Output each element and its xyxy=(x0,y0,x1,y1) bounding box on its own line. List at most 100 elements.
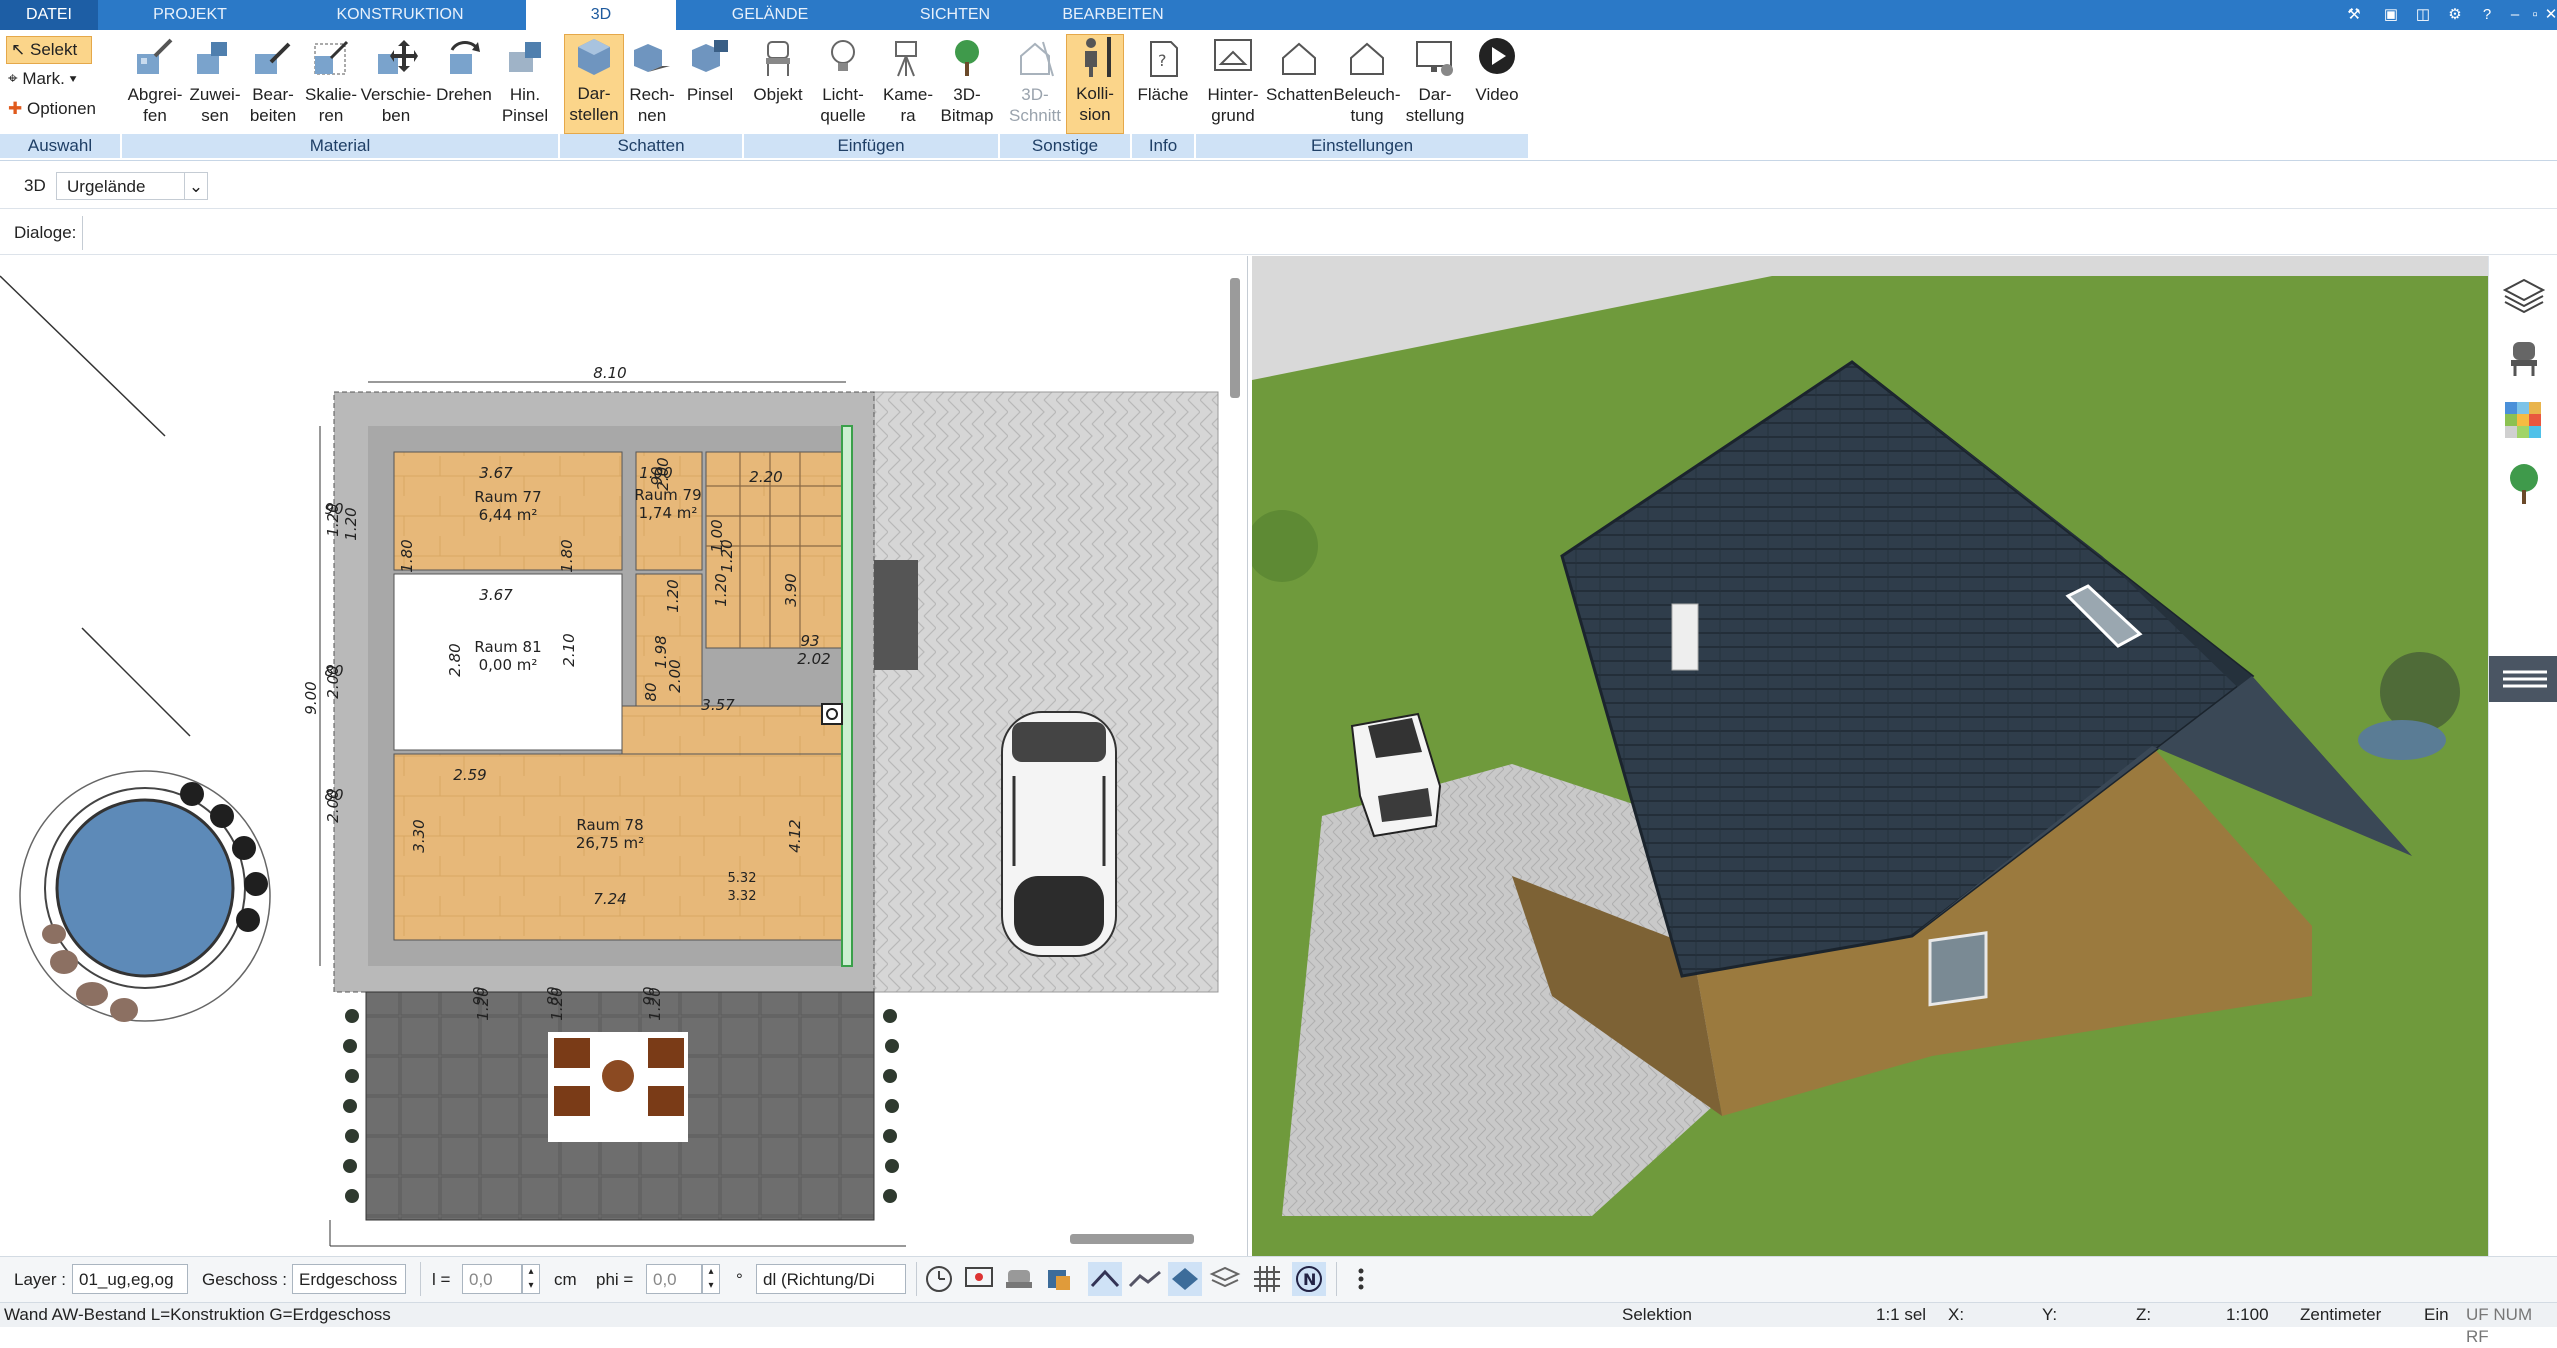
dimension-label: 4.12 xyxy=(786,819,804,852)
layers-stack-icon[interactable] xyxy=(1208,1262,1242,1296)
label-video: Video xyxy=(1475,85,1519,104)
geschoss-select[interactable]: Erdgeschoss xyxy=(292,1264,406,1294)
schatten-pinsel-button[interactable]: Pinsel xyxy=(682,36,738,105)
furniture-3d-icon[interactable] xyxy=(1042,1262,1076,1296)
plane-icon[interactable] xyxy=(1168,1262,1202,1296)
einfuegen-lichtquelle-button[interactable]: Licht- quelle xyxy=(808,36,878,126)
material-bearbeiten-button[interactable]: Bear- beiten xyxy=(244,36,302,126)
select-button[interactable]: ↖ Selekt xyxy=(6,36,92,64)
material-hinpinsel-button[interactable]: Hin. Pinsel xyxy=(496,36,554,126)
clock-icon[interactable] xyxy=(922,1262,956,1296)
sonstige-kollision-button[interactable]: Kolli- sion xyxy=(1066,34,1124,134)
dimension-label: 2.10 xyxy=(560,633,578,666)
einstellungen-hintergrund-button[interactable]: Hinter- grund xyxy=(1200,36,1266,126)
divider xyxy=(916,1262,917,1296)
options-button[interactable]: ✚ Optionen xyxy=(8,96,96,122)
einstellungen-video-button[interactable]: Video xyxy=(1468,36,1526,105)
rotate-icon xyxy=(450,41,480,74)
vertical-scrollbar[interactable] xyxy=(1230,278,1240,398)
tab-projekt[interactable]: PROJEKT xyxy=(130,0,250,30)
material-drehen-button[interactable]: Drehen xyxy=(432,36,496,105)
schatten-darstellen-button[interactable]: Dar- stellen xyxy=(564,34,624,134)
play-icon xyxy=(1479,38,1515,74)
label-kollision: Kolli- sion xyxy=(1076,84,1114,124)
length-input[interactable]: 0,0 xyxy=(462,1264,522,1294)
car-topview xyxy=(1001,711,1117,957)
camera-icon xyxy=(895,41,917,77)
materials-icon[interactable] xyxy=(2503,400,2543,440)
einstellungen-beleuchtung-button[interactable]: Beleuch- tung xyxy=(1332,36,1402,126)
direction-select-value: dl (Richtung/Di xyxy=(763,1270,875,1289)
material-abgreifen-button[interactable]: Abgrei- fen xyxy=(124,36,186,126)
dimension-label: 1.20 xyxy=(718,539,736,572)
chimney-3d xyxy=(1671,603,1699,671)
dimension-label: 1.20 xyxy=(712,573,730,606)
sofa-icon[interactable] xyxy=(1002,1262,1036,1296)
einfuegen-kamera-button[interactable]: Kame- ra xyxy=(878,36,938,126)
einfuegen-3dbitmap-button[interactable]: 3D- Bitmap xyxy=(938,36,996,126)
info-flaeche-button[interactable]: ? Fläche xyxy=(1134,36,1192,105)
length-stepper[interactable]: ▴ ▾ xyxy=(522,1264,540,1294)
house-light-icon xyxy=(1350,42,1384,75)
folder-icon[interactable]: ▣ xyxy=(2380,4,2402,26)
einfuegen-objekt-button[interactable]: Objekt xyxy=(748,36,808,105)
north-icon[interactable]: N xyxy=(1292,1262,1326,1296)
floor-plan-view[interactable]: 8.10 3.67 1.00 2.20 3.67 1.80 1.80 1.20 2.80 2.10… xyxy=(0,256,1248,1256)
pipette-icon xyxy=(137,38,173,74)
material-skalieren-button[interactable]: Skalie- ren xyxy=(302,36,360,126)
phi-unit: ° xyxy=(736,1270,743,1289)
mark-button[interactable]: ⌖ Mark. ▾ xyxy=(8,66,77,92)
material-verschieben-button[interactable]: Verschie- ben xyxy=(360,36,432,126)
einstellungen-schatten-button[interactable]: Schatten xyxy=(1266,36,1334,105)
grid-icon[interactable] xyxy=(1250,1262,1284,1296)
monitor-view-icon[interactable] xyxy=(962,1262,996,1296)
minimize-icon[interactable]: – xyxy=(2504,4,2526,26)
tab-3d[interactable]: 3D xyxy=(526,0,676,30)
pond-3d xyxy=(2358,720,2446,760)
plants-icon[interactable] xyxy=(2505,462,2543,506)
dimension-label: 2.80 xyxy=(446,643,464,676)
help-icon[interactable]: ? xyxy=(2476,4,2498,26)
einstellungen-darstellung-button[interactable]: Dar- stellung xyxy=(1402,36,1468,126)
tab-konstruktion[interactable]: KONSTRUKTION xyxy=(310,0,490,30)
window-3d xyxy=(1928,931,1988,1007)
floor-plan-canvas[interactable]: 8.103.67 1.00 2.203.671.80 1.801.202.80 2.10… xyxy=(0,256,1248,1256)
menu-toggle[interactable] xyxy=(2489,656,2557,702)
layer-select[interactable]: 01_ug,eg,og xyxy=(72,1264,188,1294)
roof-icon[interactable] xyxy=(1088,1262,1122,1296)
layers-icon[interactable] xyxy=(2503,276,2545,316)
label-lichtquelle: Licht- quelle xyxy=(820,85,866,125)
schatten-rechnen-button[interactable]: Rech- nen xyxy=(624,36,680,126)
dimension-label: 1.20 xyxy=(664,579,682,612)
sonstige-3dschnitt-button[interactable]: 3D- Schnitt xyxy=(1004,36,1066,126)
horizontal-scrollbar[interactable] xyxy=(1070,1234,1194,1244)
tab-gelaende[interactable]: GELÄNDE xyxy=(700,0,840,30)
3d-view[interactable] xyxy=(1252,256,2488,1256)
room-area-label: 0,00 m² xyxy=(479,656,538,674)
label-schatten: Schatten xyxy=(1266,85,1334,104)
settings-icon[interactable]: ⚙ xyxy=(2444,4,2466,26)
tab-sichten[interactable]: SICHTEN xyxy=(880,0,1030,30)
label-rechnen: Rech- nen xyxy=(629,85,675,125)
more-options-icon[interactable] xyxy=(1344,1262,1378,1296)
label-objekt: Objekt xyxy=(753,85,803,104)
phi-input[interactable]: 0,0 xyxy=(646,1264,702,1294)
material-zuweisen-button[interactable]: Zuwei- sen xyxy=(186,36,244,126)
status-message: Wand AW-Bestand L=Konstruktion G=Erdgesc… xyxy=(4,1305,391,1324)
room-name-label: Raum 78 xyxy=(576,816,643,834)
phi-stepper[interactable]: ▴ ▾ xyxy=(702,1264,720,1294)
window-icon[interactable]: ◫ xyxy=(2412,4,2434,26)
close-icon[interactable]: ✕ xyxy=(2544,4,2557,26)
status-unit: Zentimeter xyxy=(2300,1305,2382,1324)
geschoss-label: Geschoss : xyxy=(202,1270,288,1289)
3d-scene[interactable] xyxy=(1252,256,2488,1256)
terrain-select[interactable]: Urgelände ⌄ xyxy=(56,172,208,200)
tools-icon[interactable]: ⚒ xyxy=(2343,4,2365,26)
terrain-icon[interactable] xyxy=(1128,1262,1162,1296)
label-3dbitmap: 3D- Bitmap xyxy=(940,85,994,125)
tab-datei[interactable]: DATEI xyxy=(0,0,98,30)
restore-icon[interactable]: ▫ xyxy=(2524,4,2546,26)
furniture-icon[interactable] xyxy=(2505,338,2543,378)
tab-bearbeiten[interactable]: BEARBEITEN xyxy=(1050,0,1176,30)
direction-select[interactable]: dl (Richtung/Di xyxy=(756,1264,906,1294)
